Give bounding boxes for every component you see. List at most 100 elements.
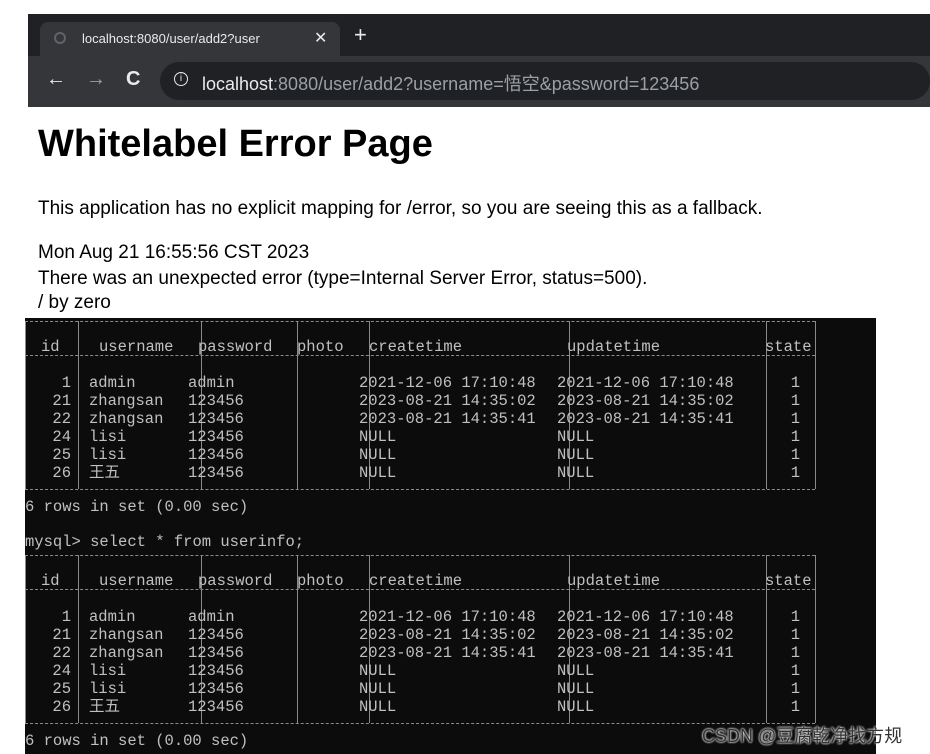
table-cell: 24 [52, 428, 71, 446]
column-separator [815, 321, 816, 489]
column-header: updatetime [567, 572, 661, 590]
table-cell: 1 [790, 374, 800, 392]
result-table-1: id username password photo createtime updatet… [25, 321, 820, 491]
result-table-2: id username password photo createtime updatet… [25, 555, 820, 725]
browser-tab[interactable]: localhost:8080/user/add2?user ✕ [40, 22, 340, 56]
table-cell: NULL [557, 428, 595, 446]
new-tab-button[interactable]: + [354, 22, 367, 48]
table-cell: lisi [89, 428, 127, 446]
column-separator [78, 321, 79, 489]
table-cell: 25 [52, 446, 71, 464]
table-cell: zhangsan [89, 626, 164, 644]
column-header: password [198, 572, 273, 590]
column-header: username [99, 572, 174, 590]
error-message: This application has no explicit mapping… [38, 198, 763, 219]
table-cell: 1 [790, 698, 800, 716]
column-separator [78, 555, 79, 723]
table-cell: 1 [790, 662, 800, 680]
column-header: updatetime [567, 338, 661, 356]
table-cell: 2021-12-06 17:10:48 [557, 608, 734, 626]
table-cell: NULL [557, 446, 595, 464]
column-header: createtime [369, 338, 463, 356]
back-arrow-icon[interactable]: ← [46, 68, 66, 91]
forward-arrow-icon[interactable]: → [86, 68, 106, 91]
table-cell: admin [89, 608, 136, 626]
table-cell: 1 [790, 626, 800, 644]
table-cell: 22 [52, 644, 71, 662]
url-field[interactable]: i localhost:8080/user/add2?username=悟空&p… [160, 62, 930, 100]
url-host: localhost [202, 74, 274, 94]
table-cell: NULL [359, 698, 397, 716]
table-cell: zhangsan [89, 644, 164, 662]
table-border [25, 489, 815, 491]
table-cell: 1 [790, 608, 800, 626]
table-cell: lisi [89, 446, 127, 464]
table-cell: 2023-08-21 14:35:02 [557, 392, 734, 410]
mysql-terminal: 6 rows in set (0.00 sec) mysql> select *… [25, 318, 876, 754]
table-cell: 123456 [188, 464, 244, 482]
rows-summary: 6 rows in set (0.00 sec) [25, 498, 249, 516]
reload-icon[interactable]: C [126, 68, 140, 91]
table-cell: 1 [790, 644, 800, 662]
table-cell: 1 [790, 446, 800, 464]
table-cell: NULL [359, 680, 397, 698]
table-cell: 2023-08-21 14:35:02 [359, 626, 536, 644]
table-cell: 王五 [89, 464, 121, 482]
tab-title: localhost:8080/user/add2?user [82, 31, 260, 46]
table-cell: 26 [52, 464, 71, 482]
table-cell: admin [188, 374, 235, 392]
table-border [25, 723, 815, 725]
table-border [25, 555, 815, 557]
column-header: id [41, 572, 60, 590]
table-cell: NULL [557, 680, 595, 698]
rows-summary-2: 6 rows in set (0.00 sec) [25, 732, 249, 750]
mysql-prompt: mysql> [25, 533, 81, 551]
table-cell: 2023-08-21 14:35:02 [359, 392, 536, 410]
table-cell: 2021-12-06 17:10:48 [557, 374, 734, 392]
error-detail: / by zero [38, 292, 111, 313]
url-text[interactable]: localhost:8080/user/add2?username=悟空&pas… [202, 70, 699, 96]
table-cell: 123456 [188, 626, 244, 644]
column-header: state [765, 338, 812, 356]
mysql-command-line: mysql> select * from userinfo; [25, 533, 304, 551]
column-header: state [765, 572, 812, 590]
table-cell: 123456 [188, 428, 244, 446]
close-tab-icon[interactable]: ✕ [314, 28, 327, 48]
url-path: :8080/user/add2?username=悟空&password=123… [273, 74, 700, 94]
column-header: username [99, 338, 174, 356]
table-cell: NULL [359, 428, 397, 446]
error-timestamp: Mon Aug 21 16:55:56 CST 2023 [38, 242, 310, 263]
table-cell: zhangsan [89, 410, 164, 428]
page-title: Whitelabel Error Page [38, 123, 433, 165]
column-header: id [41, 338, 60, 356]
column-header: password [198, 338, 273, 356]
table-cell: lisi [89, 662, 127, 680]
table-cell: 1 [790, 464, 800, 482]
table-cell: 2023-08-21 14:35:41 [359, 410, 536, 428]
table-cell: 24 [52, 662, 71, 680]
table-cell: 2023-08-21 14:35:41 [557, 644, 734, 662]
table-cell: NULL [359, 662, 397, 680]
table-cell: admin [188, 608, 235, 626]
table-border [25, 321, 815, 323]
mysql-command: select * from userinfo; [90, 533, 305, 551]
table-cell: 1 [790, 410, 800, 428]
table-cell: zhangsan [89, 392, 164, 410]
table-cell: 22 [52, 410, 71, 428]
column-separator [815, 555, 816, 723]
table-cell: 1 [61, 608, 71, 626]
table-cell: 1 [790, 680, 800, 698]
table-cell: 123456 [188, 392, 244, 410]
table-cell: 123456 [188, 446, 244, 464]
column-header: photo [297, 338, 344, 356]
column-header: photo [297, 572, 344, 590]
table-cell: lisi [89, 680, 127, 698]
table-cell: NULL [557, 698, 595, 716]
table-cell: 2021-12-06 17:10:48 [359, 374, 536, 392]
column-header: createtime [369, 572, 463, 590]
table-cell: 25 [52, 680, 71, 698]
table-cell: 2021-12-06 17:10:48 [359, 608, 536, 626]
info-icon[interactable]: i [174, 72, 188, 86]
address-bar: ← → C i localhost:8080/user/add2?usernam… [28, 56, 930, 107]
table-cell: 123456 [188, 680, 244, 698]
